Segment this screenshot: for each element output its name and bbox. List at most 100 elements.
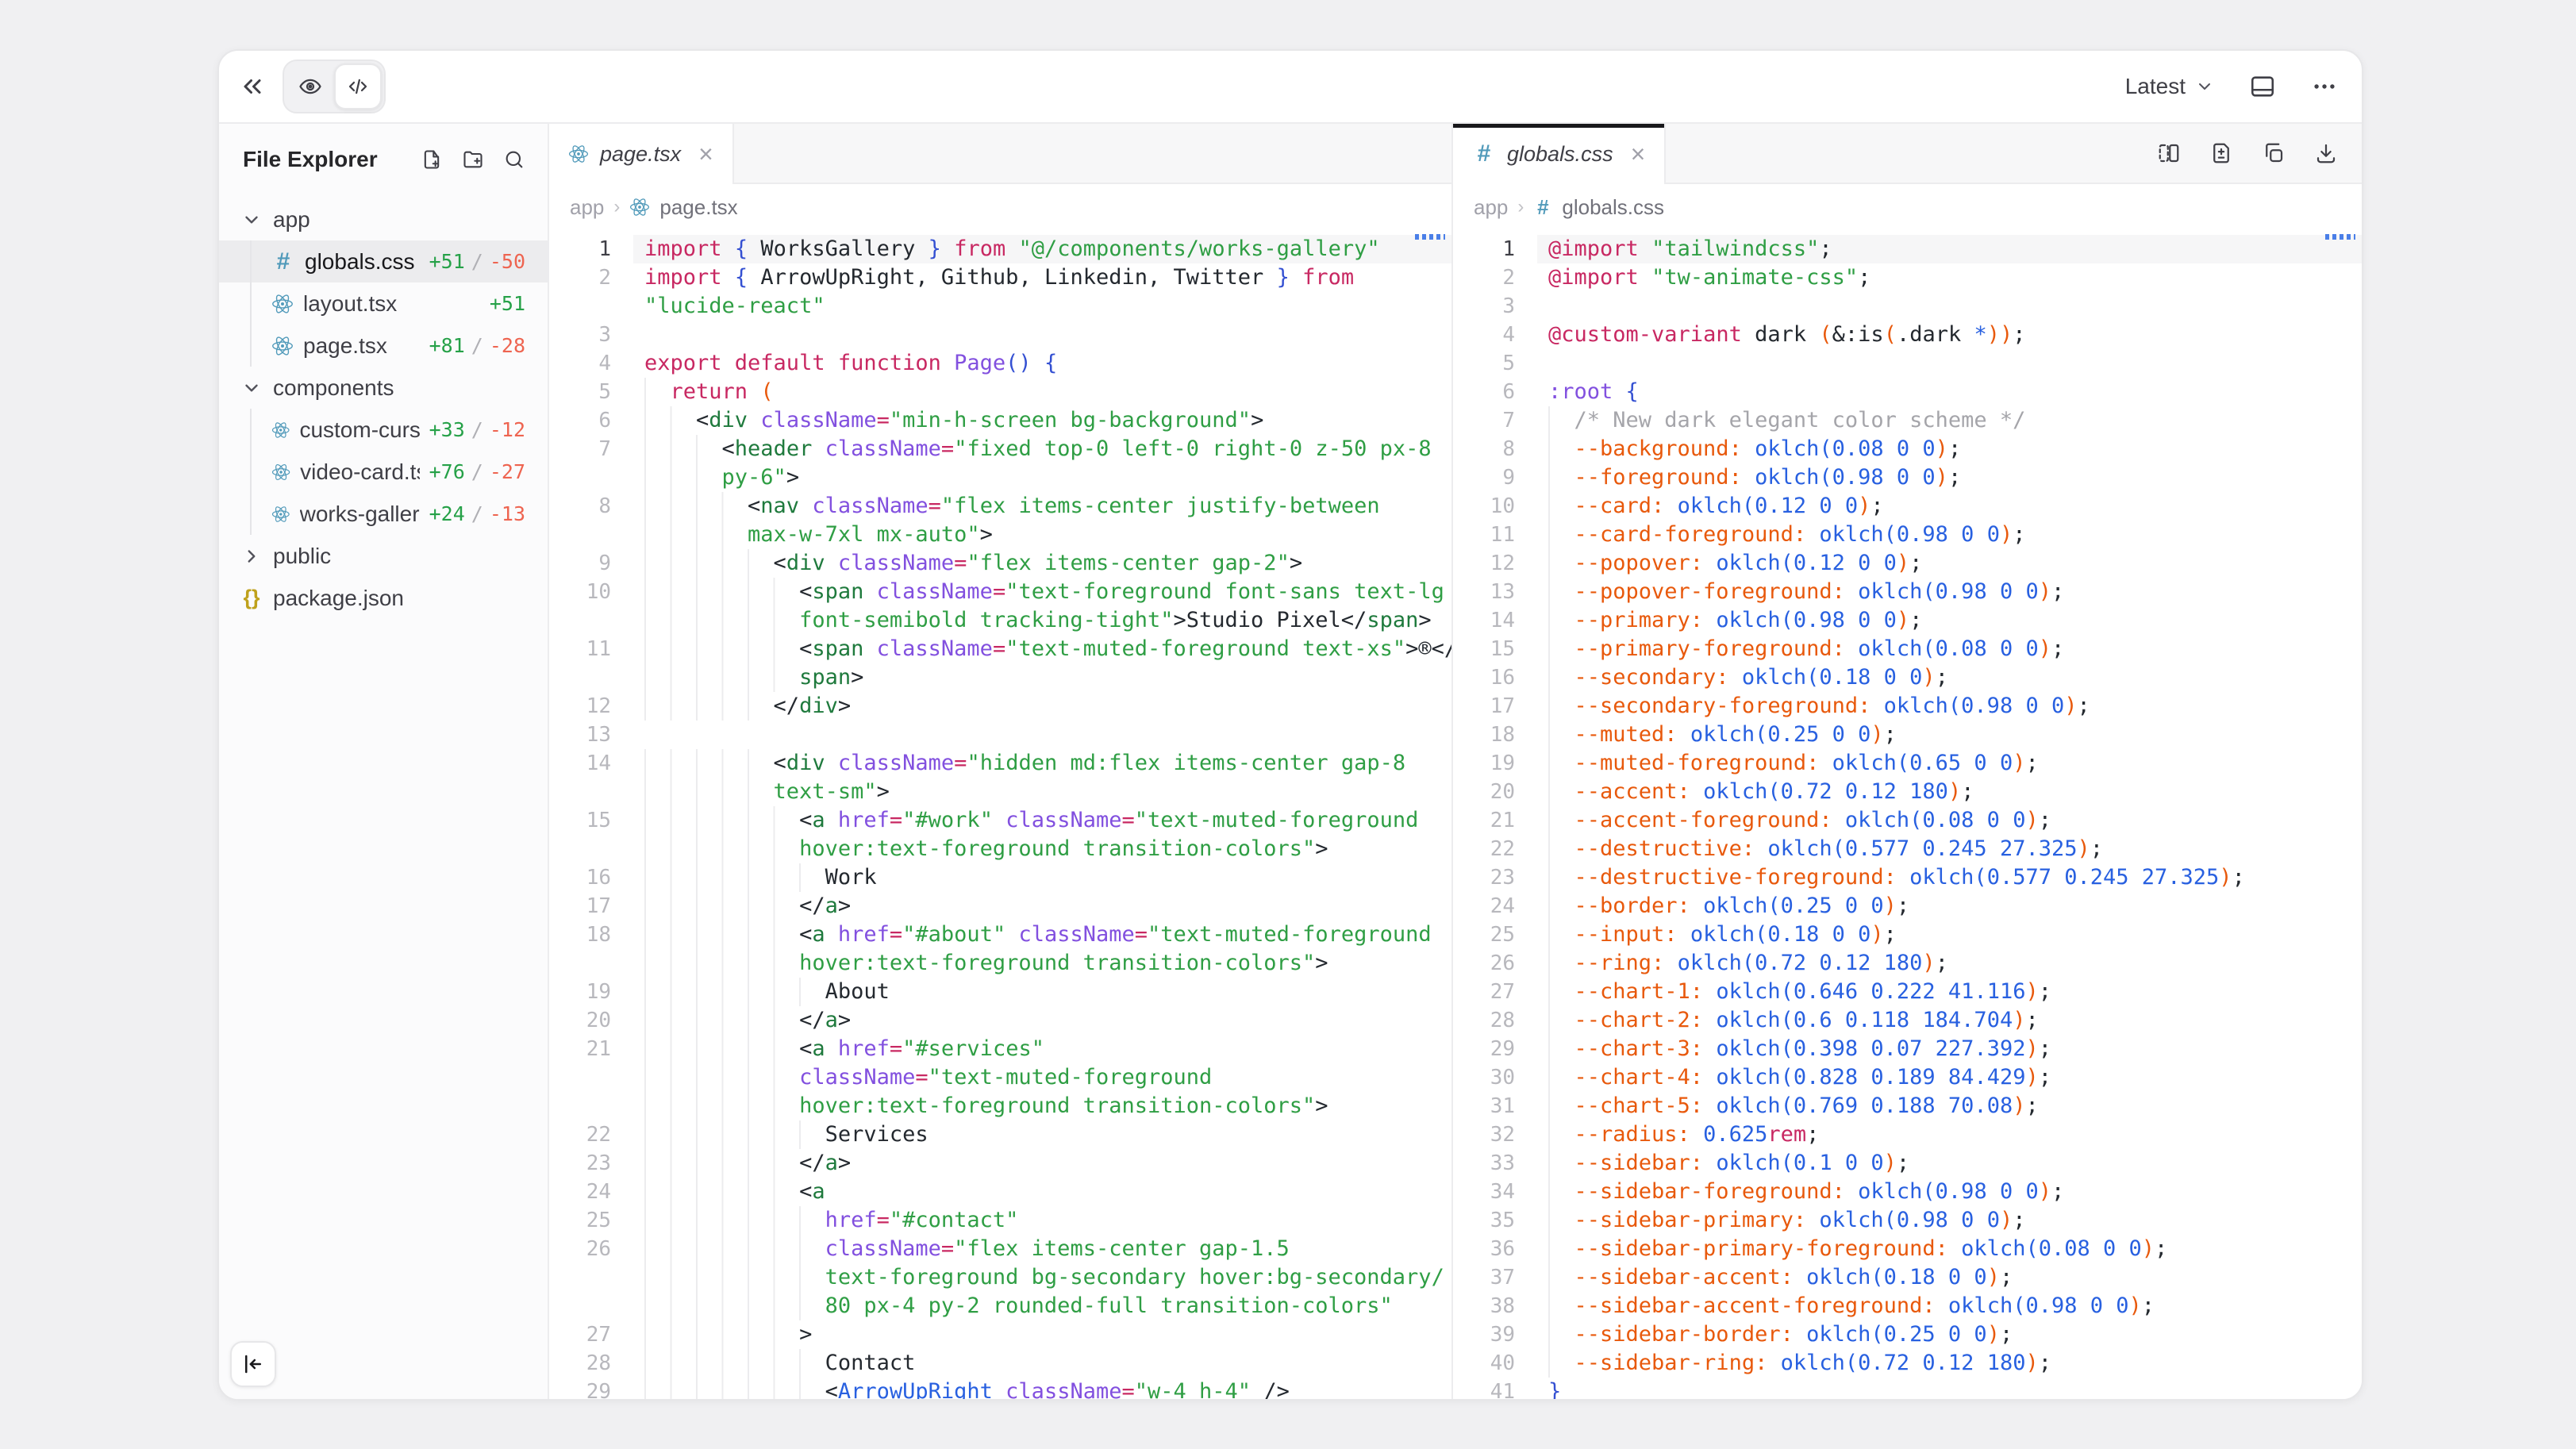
code-line[interactable]: 34--sidebar-foreground: oklch(0.98 0 0);: [1453, 1178, 2362, 1206]
code-line[interactable]: 20--accent: oklch(0.72 0.12 180);: [1453, 778, 2362, 806]
code-line[interactable]: 5: [1453, 349, 2362, 378]
code-line[interactable]: 27--chart-1: oklch(0.646 0.222 41.116);: [1453, 978, 2362, 1006]
search-button[interactable]: [503, 148, 525, 171]
code-line[interactable]: 1@import "tailwindcss";: [1453, 235, 2362, 263]
code-line[interactable]: 7/* New dark elegant color scheme */: [1453, 406, 2362, 435]
code-line[interactable]: font-semibold tracking-tight">Studio Pix…: [549, 606, 1451, 635]
code-line[interactable]: span>: [549, 663, 1451, 692]
code-line[interactable]: 8--background: oklch(0.08 0 0);: [1453, 435, 2362, 463]
tab-globals-css[interactable]: # globals.css ×: [1453, 124, 1666, 184]
code-line[interactable]: 31--chart-5: oklch(0.769 0.188 70.08);: [1453, 1092, 2362, 1120]
code-line[interactable]: 40--sidebar-ring: oklch(0.72 0.12 180);: [1453, 1349, 2362, 1378]
code-line[interactable]: 25--input: oklch(0.18 0 0);: [1453, 921, 2362, 949]
code-line[interactable]: 14--primary: oklch(0.98 0 0);: [1453, 606, 2362, 635]
code-line[interactable]: text-sm">: [549, 778, 1451, 806]
code-line[interactable]: 23--destructive-foreground: oklch(0.577 …: [1453, 863, 2362, 892]
code-line[interactable]: 3: [1453, 292, 2362, 321]
breadcrumb-file[interactable]: page.tsx: [659, 195, 737, 220]
code-line[interactable]: 10--card: oklch(0.12 0 0);: [1453, 492, 2362, 521]
code-line[interactable]: 22Services: [549, 1120, 1451, 1149]
code-line[interactable]: 38--sidebar-accent-foreground: oklch(0.9…: [1453, 1292, 2362, 1320]
split-view-button[interactable]: [2157, 141, 2181, 165]
code-line[interactable]: 9--foreground: oklch(0.98 0 0);: [1453, 463, 2362, 492]
code-line[interactable]: 27>: [549, 1320, 1451, 1349]
code-line[interactable]: 35--sidebar-primary: oklch(0.98 0 0);: [1453, 1206, 2362, 1235]
code-line[interactable]: 18<a href="#about" className="text-muted…: [549, 921, 1451, 949]
tree-file-package.json[interactable]: {}package.json: [219, 577, 548, 619]
code-line[interactable]: 20</a>: [549, 1006, 1451, 1035]
code-line[interactable]: 28--chart-2: oklch(0.6 0.118 184.704);: [1453, 1006, 2362, 1035]
tree-file-custom-curs-[interactable]: custom-curs…+33/-12: [219, 409, 548, 451]
code-line[interactable]: 24<a: [549, 1178, 1451, 1206]
code-line[interactable]: "lucide-react": [549, 292, 1451, 321]
code-line[interactable]: 39--sidebar-border: oklch(0.25 0 0);: [1453, 1320, 2362, 1349]
code-line[interactable]: 13: [549, 721, 1451, 749]
code-line[interactable]: 4export default function Page() {: [549, 349, 1451, 378]
code-line[interactable]: 19--muted-foreground: oklch(0.65 0 0);: [1453, 749, 2362, 778]
new-file-button[interactable]: [421, 148, 443, 171]
code-line[interactable]: 12</div>: [549, 692, 1451, 721]
code-line[interactable]: 25href="#contact": [549, 1206, 1451, 1235]
code-line[interactable]: 3: [549, 321, 1451, 349]
code-line[interactable]: 15--primary-foreground: oklch(0.08 0 0);: [1453, 635, 2362, 663]
code-line[interactable]: className="text-muted-foreground: [549, 1063, 1451, 1092]
version-dropdown[interactable]: Latest: [2125, 74, 2214, 99]
code-line[interactable]: 23</a>: [549, 1149, 1451, 1178]
code-line[interactable]: 33--sidebar: oklch(0.1 0 0);: [1453, 1149, 2362, 1178]
code-editor-globals-css[interactable]: 1@import "tailwindcss";2@import "tw-anim…: [1453, 230, 2362, 1399]
code-line[interactable]: 41}: [1453, 1378, 2362, 1399]
code-line[interactable]: 11--card-foreground: oklch(0.98 0 0);: [1453, 521, 2362, 549]
tree-folder-components[interactable]: components: [219, 367, 548, 409]
code-line[interactable]: 1import { WorksGallery } from "@/compone…: [549, 235, 1451, 263]
code-line[interactable]: 80 px-4 py-2 rounded-full transition-col…: [549, 1292, 1451, 1320]
code-line[interactable]: 30--chart-4: oklch(0.828 0.189 84.429);: [1453, 1063, 2362, 1092]
code-line[interactable]: 29--chart-3: oklch(0.398 0.07 227.392);: [1453, 1035, 2362, 1063]
code-line[interactable]: 22--destructive: oklch(0.577 0.245 27.32…: [1453, 835, 2362, 863]
code-line[interactable]: 24--border: oklch(0.25 0 0);: [1453, 892, 2362, 921]
code-line[interactable]: 12--popover: oklch(0.12 0 0);: [1453, 549, 2362, 578]
code-line[interactable]: 6:root {: [1453, 378, 2362, 406]
code-line[interactable]: 6<div className="min-h-screen bg-backgro…: [549, 406, 1451, 435]
code-line[interactable]: 2import { ArrowUpRight, Github, Linkedin…: [549, 263, 1451, 292]
code-line[interactable]: 13--popover-foreground: oklch(0.98 0 0);: [1453, 578, 2362, 606]
code-line[interactable]: 17--secondary-foreground: oklch(0.98 0 0…: [1453, 692, 2362, 721]
code-line[interactable]: 32--radius: 0.625rem;: [1453, 1120, 2362, 1149]
code-line[interactable]: 26--ring: oklch(0.72 0.12 180);: [1453, 949, 2362, 978]
code-line[interactable]: 2@import "tw-animate-css";: [1453, 263, 2362, 292]
code-line[interactable]: hover:text-foreground transition-colors"…: [549, 949, 1451, 978]
tree-folder-public[interactable]: public: [219, 535, 548, 577]
code-line[interactable]: 16--secondary: oklch(0.18 0 0);: [1453, 663, 2362, 692]
code-line[interactable]: 28Contact: [549, 1349, 1451, 1378]
code-line[interactable]: 10<span className="text-foreground font-…: [549, 578, 1451, 606]
code-line[interactable]: max-w-7xl mx-auto">: [549, 521, 1451, 549]
collapse-panel-button[interactable]: [230, 1341, 276, 1387]
code-line[interactable]: 5return (: [549, 378, 1451, 406]
code-line[interactable]: 29<ArrowUpRight className="w-4 h-4" />: [549, 1378, 1451, 1399]
close-icon[interactable]: ×: [698, 141, 713, 167]
code-line[interactable]: 18--muted: oklch(0.25 0 0);: [1453, 721, 2362, 749]
breadcrumb-file[interactable]: globals.css: [1562, 195, 1664, 220]
preview-toggle-button[interactable]: [286, 63, 334, 110]
copy-button[interactable]: [2262, 141, 2286, 165]
code-toggle-button[interactable]: [334, 63, 382, 110]
file-diff-button[interactable]: [2209, 141, 2233, 165]
code-line[interactable]: 4@custom-variant dark (&:is(.dark *));: [1453, 321, 2362, 349]
tree-file-video-card.tsx[interactable]: video-card.tsx+76/-27: [219, 451, 548, 493]
code-line[interactable]: 7<header className="fixed top-0 left-0 r…: [549, 435, 1451, 463]
code-line[interactable]: text-foreground bg-secondary hover:bg-se…: [549, 1263, 1451, 1292]
code-line[interactable]: 17</a>: [549, 892, 1451, 921]
tree-file-globals.css[interactable]: #globals.css+51/-50: [219, 240, 548, 282]
tree-file-page.tsx[interactable]: page.tsx+81/-28: [219, 325, 548, 367]
code-line[interactable]: 37--sidebar-accent: oklch(0.18 0 0);: [1453, 1263, 2362, 1292]
code-line[interactable]: 36--sidebar-primary-foreground: oklch(0.…: [1453, 1235, 2362, 1263]
code-line[interactable]: py-6">: [549, 463, 1451, 492]
code-line[interactable]: 15<a href="#work" className="text-muted-…: [549, 806, 1451, 835]
code-line[interactable]: 16Work: [549, 863, 1451, 892]
new-folder-button[interactable]: [462, 148, 484, 171]
panel-layout-button[interactable]: [2249, 73, 2276, 100]
code-line[interactable]: hover:text-foreground transition-colors"…: [549, 1092, 1451, 1120]
breadcrumb-folder[interactable]: app: [1474, 195, 1508, 220]
close-icon[interactable]: ×: [1631, 141, 1646, 167]
code-line[interactable]: 26className="flex items-center gap-1.5: [549, 1235, 1451, 1263]
code-line[interactable]: 21<a href="#services": [549, 1035, 1451, 1063]
